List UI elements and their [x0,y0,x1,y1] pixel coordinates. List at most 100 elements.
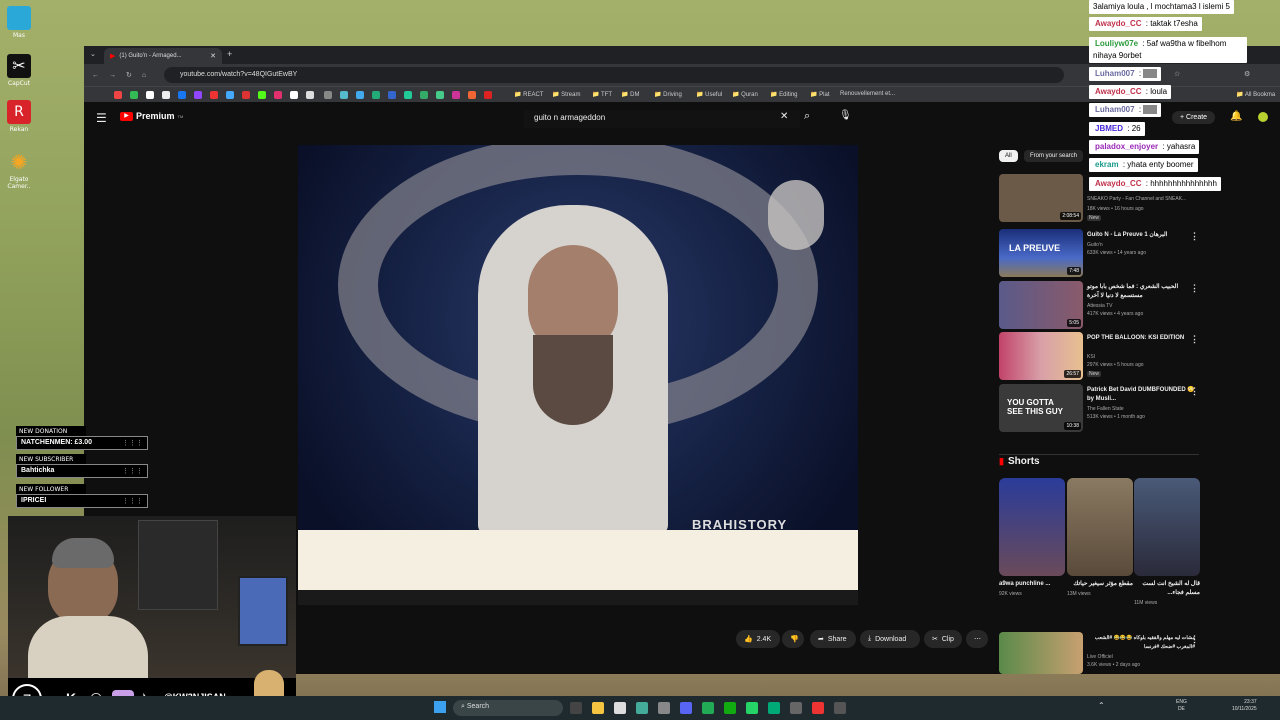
app-icon[interactable] [768,702,780,714]
bookmark-folder[interactable]: 📁 REACT [514,91,543,98]
desktop-icon-capcut[interactable]: ✂ CapCut [4,54,34,87]
task-view-icon[interactable] [570,702,582,714]
whatsapp-icon[interactable] [746,702,758,714]
bookmark-favicon[interactable] [274,91,282,99]
desktop-icon-camera-hub[interactable]: ✺ Elgato Camer.. [4,150,34,190]
create-button[interactable]: + Create [1172,111,1216,124]
bookmark-folder[interactable]: 📁 Editing [770,91,798,98]
more-options-icon[interactable]: ⋮ [1190,283,1199,294]
dislike-button[interactable]: 👎 [782,630,804,648]
bookmark-favicon[interactable] [114,91,122,99]
menu-icon[interactable]: ☰ [96,111,107,125]
recommendation-item[interactable]: LA PREUVE 7:48 Guito N - La Preuve 1 الب… [999,229,1199,279]
more-actions-button[interactable]: ⋯ [966,630,988,648]
short-item[interactable]: a9wa punchline ... 92K views [999,478,1065,597]
desktop-icon-rekan[interactable]: R Rekan [4,100,34,133]
bookmark-favicon[interactable] [372,91,380,99]
extensions-icon[interactable]: ⚙ [1244,70,1250,78]
short-item[interactable]: مقطع مؤثر سيغير حياتك 13M views [1067,478,1133,597]
bookmark-favicon[interactable] [130,91,138,99]
bookmark-favicon[interactable] [290,91,298,99]
bookmark-favicon[interactable] [436,91,444,99]
bookmark-favicon[interactable] [178,91,186,99]
short-item[interactable]: قال له الشيخ انت لست مسلم فجاء... 11M vi… [1134,478,1200,606]
bookmark-favicon[interactable] [306,91,314,99]
all-bookmarks[interactable]: 📁 All Bookma [1236,91,1275,98]
discord-icon[interactable] [680,702,692,714]
like-button[interactable]: 👍 2.4K [736,630,780,648]
steam-icon[interactable] [702,702,714,714]
home-icon[interactable]: ⌂ [142,72,146,79]
obs-icon[interactable] [658,702,670,714]
bookmark-favicon[interactable] [420,91,428,99]
language-indicator[interactable]: ENG DE [1176,699,1187,713]
windows-start-icon[interactable] [434,701,446,713]
microphone-icon[interactable]: 🎙 [839,110,852,121]
app-icon[interactable] [790,702,802,714]
bookmark-folder[interactable]: 📁 Plat [810,91,829,98]
recommendation-item[interactable]: مشات ليه مهلم والفقيه بلوكاه 😂😂😂 #الشعب … [999,632,1199,674]
more-options-icon[interactable]: ⋮ [1190,386,1199,397]
filter-all[interactable]: All [999,150,1018,162]
bookmark-favicon[interactable] [162,91,170,99]
bookmark-favicon[interactable] [194,91,202,99]
bookmark-folder[interactable]: 📁 Stream [552,91,580,98]
clock[interactable]: 23:37 10/11/2025 [1232,699,1257,713]
download-button[interactable]: ⤓ Download [860,630,920,648]
more-options-icon[interactable]: ⋮ [1190,334,1199,345]
video-player[interactable]: BRAHISTORY [298,145,858,605]
reload-icon[interactable]: ↻ [126,71,132,79]
bookmark-favicon[interactable] [210,91,218,99]
xbox-icon[interactable] [724,702,736,714]
recommendation-item[interactable]: 26:57 POP THE BALLOON: KSI EDITION KSI 2… [999,332,1199,382]
more-options-icon[interactable]: ⋮ [1190,634,1199,645]
bookmark-favicon[interactable] [388,91,396,99]
forward-icon[interactable]: → [109,72,116,79]
app-icon[interactable] [614,702,626,714]
bookmark-favicon[interactable] [452,91,460,99]
recommendation-item[interactable]: 5:05 الحبيب الشعري : فما شخص بابا موتو م… [999,281,1199,331]
share-button[interactable]: ➦ Share [810,630,856,648]
clear-search-icon[interactable]: ✕ [780,111,788,122]
bookmark-folder[interactable]: 📁 Useful [696,91,722,98]
dislike-icon: 👎 [790,636,799,643]
bookmark-favicon[interactable] [146,91,154,99]
clip-button[interactable]: ✂ Clip [924,630,962,648]
bookmark-favicon[interactable] [340,91,348,99]
bookmark-favicon[interactable] [468,91,476,99]
bookmark-folder[interactable]: 📁 Driving [654,91,682,98]
bookmark-folder[interactable]: 📁 DM [621,91,639,98]
more-options-icon[interactable]: ⋮ [1190,231,1199,242]
bookmark-favicon[interactable] [242,91,250,99]
bookmark-favicon[interactable] [356,91,364,99]
bookmark-favicon[interactable] [404,91,412,99]
search-icon[interactable]: ⌕ [804,110,810,123]
bookmark-folder[interactable]: 📁 Quran [732,91,758,98]
youtube-logo[interactable]: ▶ Premium TM [120,111,183,121]
star-icon[interactable]: ☆ [1174,70,1180,78]
tiktok-taskbar-icon[interactable] [812,702,824,714]
tray-chevron-icon[interactable]: ⌃ [1098,701,1105,710]
tab-youtube[interactable]: ▶ (1) Guito'n - Armaged... ✕ [104,48,222,64]
notifications-icon[interactable]: 🔔 [1230,111,1242,122]
bookmark-folder[interactable]: 📁 TFT [592,91,612,98]
search-input[interactable]: guito n armageddon [524,110,800,128]
new-tab-icon[interactable]: + [227,49,232,59]
bookmark-favicon[interactable] [226,91,234,99]
tab-search-icon[interactable]: ⌄ [90,50,96,58]
app-icon[interactable] [834,702,846,714]
bookmark-favicon[interactable] [258,91,266,99]
back-icon[interactable]: ← [92,72,99,79]
url-field[interactable]: youtube.com/watch?v=48QIGutEwBY [164,67,1064,83]
desktop-icon-mas[interactable]: Mas [4,6,34,39]
close-tab-icon[interactable]: ✕ [210,52,216,60]
filter-from-search[interactable]: From your search [1024,150,1084,162]
bookmark-favicon[interactable] [324,91,332,99]
bookmark-favicon[interactable] [484,91,492,99]
recommendation-item[interactable]: YOU GOTTA SEE THIS GUY 10:38 Patrick Bet… [999,384,1199,434]
file-explorer-icon[interactable] [592,702,604,714]
taskbar-search[interactable]: ⌕ Search [453,700,563,716]
chrome-icon[interactable] [636,702,648,714]
bookmark-item[interactable]: Renouvellement et... [840,91,895,97]
avatar[interactable] [1258,112,1268,122]
